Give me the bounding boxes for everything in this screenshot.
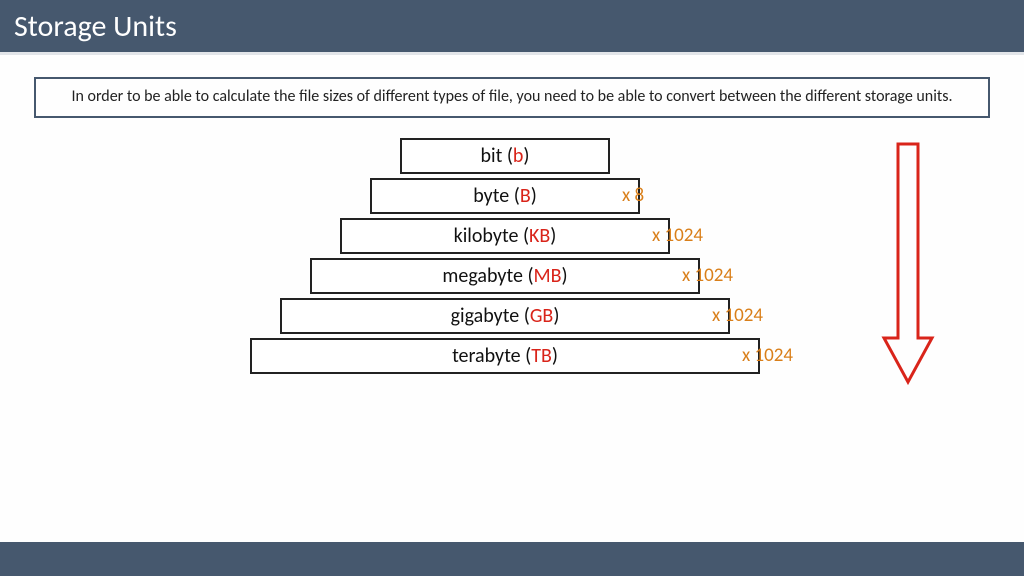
level-kilobyte: kilobyte (KB) [340, 218, 670, 254]
multiplier-label: x 1024 [742, 344, 793, 367]
level-name: byte ( [473, 184, 520, 208]
multiplier-label: x 1024 [652, 224, 703, 247]
multiplier-label: x 1024 [682, 264, 733, 287]
diagram-stage: bit (b) byte (B) kilobyte (KB) megabyte (MB… [0, 138, 1024, 498]
level-megabyte: megabyte (MB) [310, 258, 700, 294]
level-abbr: GB [530, 304, 554, 328]
level-gigabyte: gigabyte (GB) [280, 298, 730, 334]
level-abbr: TB [531, 344, 552, 368]
level-name: megabyte ( [442, 264, 533, 288]
level-abbr: MB [534, 264, 562, 288]
level-name: kilobyte ( [454, 224, 529, 248]
level-byte: byte (B) [370, 178, 640, 214]
level-name: gigabyte ( [451, 304, 530, 328]
intro-text: In order to be able to calculate the fil… [34, 77, 990, 118]
multiplier-label: x 8 [622, 184, 644, 207]
intro-container: In order to be able to calculate the fil… [0, 55, 1024, 118]
level-abbr: KB [529, 224, 550, 248]
down-arrow-icon [878, 138, 938, 388]
level-abbr: B [520, 184, 531, 208]
multiplier-label: x 1024 [712, 304, 763, 327]
slide-title: Storage Units [0, 0, 1024, 55]
slide-title-text: Storage Units [14, 8, 177, 45]
slide-footer-bar [0, 542, 1024, 576]
level-bit: bit (b) [400, 138, 610, 174]
level-name: terabyte ( [452, 344, 531, 368]
level-terabyte: terabyte (TB) [250, 338, 760, 374]
level-name: bit ( [481, 144, 513, 168]
level-abbr: b [513, 144, 524, 168]
